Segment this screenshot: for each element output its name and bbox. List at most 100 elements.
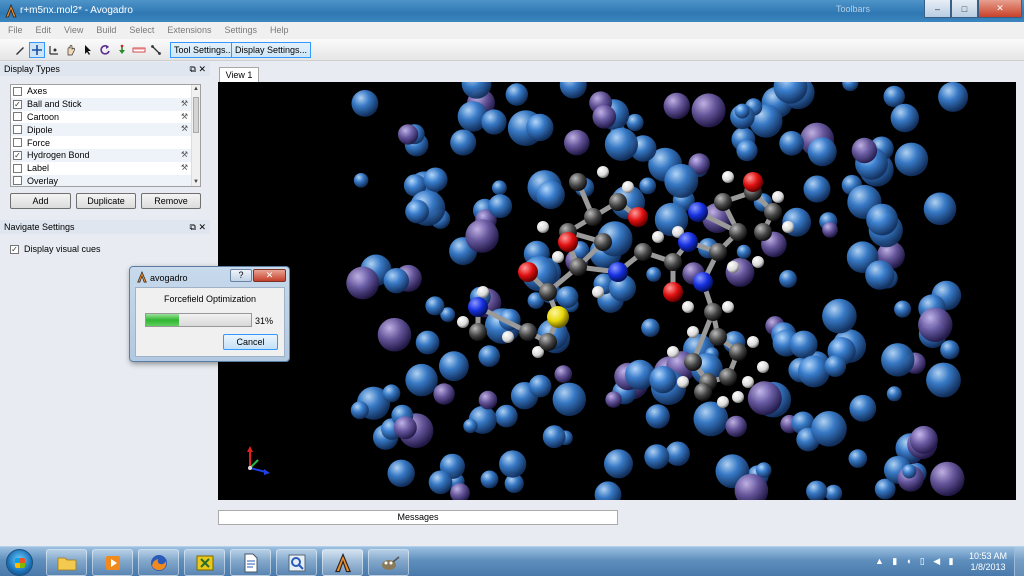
water-molecule [505,83,528,106]
water-molecule [559,82,587,99]
display-type-label: Dipole [27,124,53,135]
wrench-icon[interactable]: ⚒ [181,150,188,159]
water-molecule [423,167,448,192]
avogadro-icon[interactable] [322,549,363,576]
hydrogen-atom [742,376,754,388]
display-settings-button[interactable]: Display Settings... [231,42,312,58]
carbon-atom [704,303,722,321]
menu-build[interactable]: Build [88,22,121,39]
water-molecule [433,383,455,405]
water-molecule [849,394,877,422]
system-tray-icons[interactable]: ▲ ▮ ◖ ▯ ◀ ▮ [875,556,957,567]
carbon-atom [684,353,702,371]
checkbox[interactable] [13,163,22,173]
menu-view[interactable]: View [56,22,88,39]
display-type-ball-and-stick[interactable]: ✓ Ball and Stick ⚒ [11,97,200,111]
magnifier-app-icon[interactable] [276,549,317,576]
dialog-close-button[interactable]: ✕ [253,269,286,282]
checkbox-checked[interactable]: ✓ [10,244,19,254]
scroll-thumb[interactable] [193,97,199,133]
dock-float-close-icons[interactable]: ⧉ ✕ [190,62,206,76]
oxygen-atom [743,172,763,192]
wrench-icon[interactable]: ⚒ [181,99,188,108]
clock[interactable]: 10:53 AM 1/8/2013 [966,551,1010,573]
manipulate-tool-icon[interactable] [63,42,79,58]
water-molecule [463,418,478,434]
wrench-icon[interactable]: ⚒ [181,112,188,121]
dialog-help-button[interactable]: ? [230,269,252,282]
menu-edit[interactable]: Edit [28,22,57,39]
auto-rotate-tool-icon[interactable] [97,42,113,58]
checkbox[interactable] [13,112,22,122]
water-molecule [644,444,670,470]
list-scrollbar[interactable]: ▲ ▼ [191,85,200,186]
cancel-button[interactable]: Cancel [223,334,278,350]
remove-button[interactable]: Remove [141,193,201,209]
media-player-icon[interactable] [92,549,133,576]
carbon-atom [584,208,602,226]
water-molecule [594,481,622,500]
menu-settings[interactable]: Settings [216,22,262,39]
gimp-icon[interactable] [368,549,409,576]
scroll-up-icon[interactable]: ▲ [192,86,200,92]
display-type-hydrogen-bond[interactable]: ✓ Hydrogen Bond ⚒ [11,148,200,162]
firefox-icon[interactable] [138,549,179,576]
display-type-label: Ball and Stick [27,99,82,110]
water-molecule [604,127,638,161]
display-type-label[interactable]: Label ⚒ [11,162,200,175]
water-molecule [779,270,797,288]
messages-tab[interactable]: Messages [218,510,618,525]
molecule-viewport[interactable] [218,82,1016,500]
dock-float-close-icons[interactable]: ⧉ ✕ [190,220,206,234]
puzzle-app-icon[interactable] [184,549,225,576]
draw-tool-icon[interactable] [12,42,28,58]
document-icon[interactable] [230,549,271,576]
tab-view-1[interactable]: View 1 [219,67,259,82]
display-type-overlay[interactable]: Overlay [11,174,200,186]
progress-label: Forcefield Optimization [163,294,257,304]
align-tool-icon[interactable] [148,42,164,58]
start-button[interactable] [6,549,33,576]
carbon-atom [469,323,487,341]
checkbox-checked[interactable]: ✓ [13,99,22,109]
navigate-tool-icon[interactable] [29,42,45,58]
menu-select[interactable]: Select [121,22,159,39]
axes-indicator-icon [247,446,270,475]
display-type-dipole[interactable]: Dipole ⚒ [11,123,200,137]
select-tool-icon[interactable] [80,42,96,58]
display-type-force[interactable]: Force [11,136,200,149]
water-molecule [848,449,868,468]
wrench-icon[interactable]: ⚒ [181,124,188,133]
checkbox[interactable] [13,138,22,148]
menu-help[interactable]: Help [262,22,294,39]
water-molecule [851,137,878,164]
show-desktop-button[interactable] [1014,547,1024,576]
sulfur-atom [547,306,569,328]
checkbox[interactable] [13,86,22,96]
display-visual-cues-option[interactable]: ✓ Display visual cues [10,244,101,254]
hydrogen-atom [722,301,734,313]
minimize-button[interactable]: – [924,0,951,18]
duplicate-button[interactable]: Duplicate [76,193,136,209]
bond-centric-tool-icon[interactable] [46,42,62,58]
close-button[interactable]: ✕ [978,0,1022,18]
menu-file[interactable]: File [0,22,28,39]
display-type-cartoon[interactable]: Cartoon ⚒ [11,111,200,124]
scroll-down-icon[interactable]: ▼ [192,179,200,185]
water-molecule [488,194,513,218]
maximize-button[interactable]: □ [951,0,978,18]
display-type-axes[interactable]: Axes [11,85,200,98]
auto-optimize-tool-icon[interactable] [114,42,130,58]
menu-extensions[interactable]: Extensions [159,22,216,39]
checkbox[interactable] [13,125,22,135]
wrench-icon[interactable]: ⚒ [181,163,188,172]
water-molecule [382,384,401,403]
add-button[interactable]: Add [10,193,71,209]
checkbox-checked[interactable]: ✓ [13,150,22,160]
water-molecule [353,173,369,188]
tool-settings-button[interactable]: Tool Settings... [170,42,238,58]
checkbox[interactable] [13,176,22,186]
file-explorer-icon[interactable] [46,549,87,576]
water-molecule [894,300,912,318]
measure-tool-icon[interactable] [131,42,147,58]
